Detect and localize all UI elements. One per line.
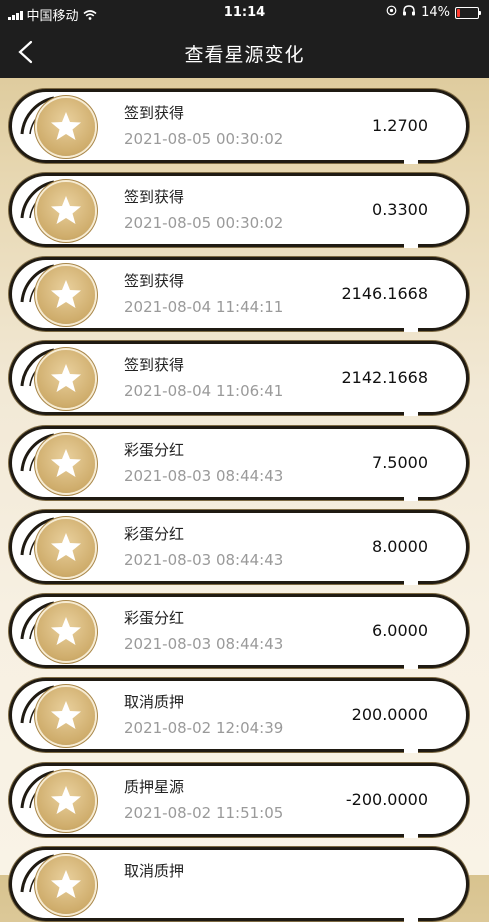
record-item[interactable]: 取消质押 <box>12 850 466 922</box>
star-icon <box>37 603 95 661</box>
record-item[interactable]: 取消质押 2021-08-02 12:04:39 200.0000 <box>12 681 466 753</box>
card-notch <box>404 160 418 164</box>
star-icon <box>37 687 95 745</box>
card-notch <box>404 581 418 585</box>
star-icon <box>37 182 95 240</box>
card-notch <box>404 749 418 753</box>
card-notch <box>404 834 418 838</box>
page-title: 查看星源变化 <box>184 44 305 66</box>
record-amount: 7.5000 <box>372 453 428 472</box>
record-amount: 2146.1668 <box>341 284 428 303</box>
battery-icon <box>455 6 481 19</box>
record-amount: 6.0000 <box>372 621 428 640</box>
record-item[interactable]: 彩蛋分红 2021-08-03 08:44:43 6.0000 <box>12 597 466 669</box>
record-item[interactable]: 质押星源 2021-08-02 11:51:05 -200.0000 <box>12 766 466 838</box>
record-time: 2021-08-04 11:44:11 <box>124 298 284 316</box>
record-item[interactable]: 彩蛋分红 2021-08-03 08:44:43 8.0000 <box>12 513 466 585</box>
battery-percent: 14% <box>421 5 450 20</box>
record-type: 签到获得 <box>124 104 185 122</box>
star-icon <box>37 350 95 408</box>
card-notch <box>404 412 418 416</box>
status-bar: 中国移动 11:14 14% <box>0 0 489 26</box>
record-item[interactable]: 签到获得 2021-08-05 00:30:02 0.3300 <box>12 176 466 248</box>
record-item[interactable]: 签到获得 2021-08-05 00:30:02 1.2700 <box>12 92 466 164</box>
record-amount: 0.3300 <box>372 200 428 219</box>
star-icon <box>37 519 95 577</box>
card-notch <box>404 328 418 332</box>
record-time: 2021-08-03 08:44:43 <box>124 551 284 569</box>
record-type: 取消质押 <box>124 862 185 880</box>
record-type: 签到获得 <box>124 188 185 206</box>
headphones-icon <box>402 5 416 20</box>
card-notch <box>404 244 418 248</box>
record-type: 彩蛋分红 <box>124 609 185 627</box>
record-time: 2021-08-03 08:44:43 <box>124 467 284 485</box>
card-notch <box>404 918 418 922</box>
record-type: 签到获得 <box>124 356 185 374</box>
record-type: 签到获得 <box>124 272 185 290</box>
record-time: 2021-08-05 00:30:02 <box>124 130 284 148</box>
record-item[interactable]: 签到获得 2021-08-04 11:06:41 2142.1668 <box>12 344 466 416</box>
record-time: 2021-08-02 12:04:39 <box>124 719 284 737</box>
record-type: 彩蛋分红 <box>124 441 185 459</box>
record-type: 取消质押 <box>124 693 185 711</box>
record-item[interactable]: 彩蛋分红 2021-08-03 08:44:43 7.5000 <box>12 429 466 501</box>
star-icon <box>37 772 95 830</box>
record-time: 2021-08-05 00:30:02 <box>124 214 284 232</box>
record-amount: 1.2700 <box>372 116 428 135</box>
star-icon <box>37 98 95 156</box>
record-time: 2021-08-02 11:51:05 <box>124 804 284 822</box>
card-notch <box>404 665 418 669</box>
star-icon <box>37 435 95 493</box>
status-right: 14% <box>386 5 481 20</box>
location-icon <box>386 5 397 20</box>
record-item[interactable]: 签到获得 2021-08-04 11:44:11 2146.1668 <box>12 260 466 332</box>
star-icon <box>37 266 95 324</box>
record-time: 2021-08-04 11:06:41 <box>124 382 284 400</box>
star-icon <box>37 856 95 914</box>
record-amount: 200.0000 <box>351 705 428 724</box>
record-amount: -200.0000 <box>345 790 428 809</box>
record-amount: 8.0000 <box>372 537 428 556</box>
record-amount: 2142.1668 <box>341 368 428 387</box>
record-time: 2021-08-03 08:44:43 <box>124 635 284 653</box>
nav-bar: 查看星源变化 <box>0 26 489 78</box>
card-notch <box>404 497 418 501</box>
record-type: 质押星源 <box>124 778 185 796</box>
record-type: 彩蛋分红 <box>124 525 185 543</box>
